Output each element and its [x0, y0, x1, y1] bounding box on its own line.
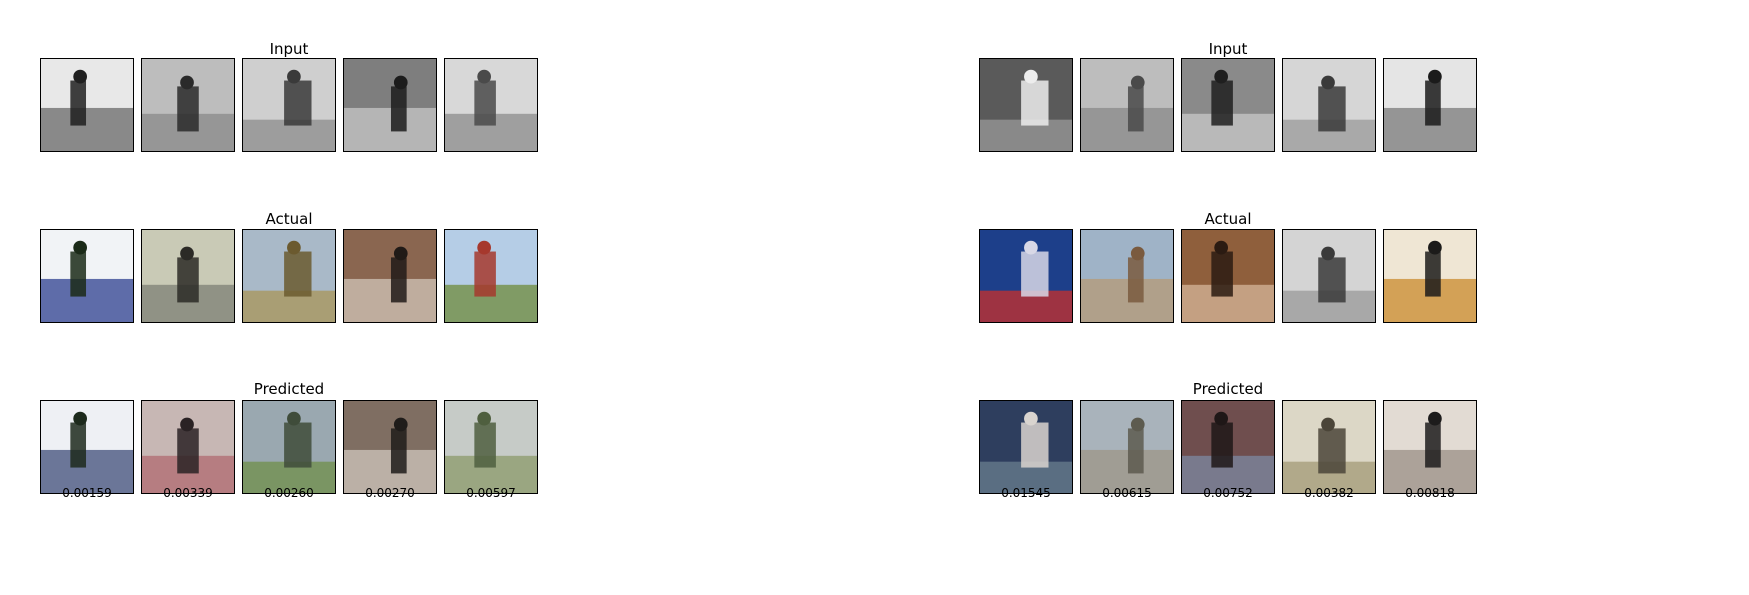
thumbnail-input-3 [1181, 58, 1275, 152]
mse-score-1: 0.01545 [1001, 486, 1051, 500]
row-title-actual: Actual [1204, 210, 1252, 228]
mse-score-2: 0.00615 [1102, 486, 1152, 500]
thumbnail-input-4 [1282, 58, 1376, 152]
row-title-input: Input [1208, 40, 1248, 58]
thumbnail-actual-2 [1080, 229, 1174, 323]
row-title-predicted: Predicted [1192, 380, 1264, 398]
thumbnail-input-2 [1080, 58, 1174, 152]
thumbnail-predicted-2 [1080, 400, 1174, 494]
panel-2: Input Actual Predicted 0.01545 0.00615 0.0075… [0, 0, 1749, 595]
mse-score-5: 0.00818 [1405, 486, 1455, 500]
mse-score-4: 0.00382 [1304, 486, 1354, 500]
thumbnail-actual-5 [1383, 229, 1477, 323]
thumbnail-predicted-4 [1282, 400, 1376, 494]
thumbnail-input-5 [1383, 58, 1477, 152]
thumbnail-input-1 [979, 58, 1073, 152]
thumbnail-predicted-1 [979, 400, 1073, 494]
mse-score-3: 0.00752 [1203, 486, 1253, 500]
thumbnail-predicted-5 [1383, 400, 1477, 494]
thumbnail-predicted-3 [1181, 400, 1275, 494]
thumbnail-actual-1 [979, 229, 1073, 323]
thumbnail-actual-3 [1181, 229, 1275, 323]
thumbnail-actual-4 [1282, 229, 1376, 323]
